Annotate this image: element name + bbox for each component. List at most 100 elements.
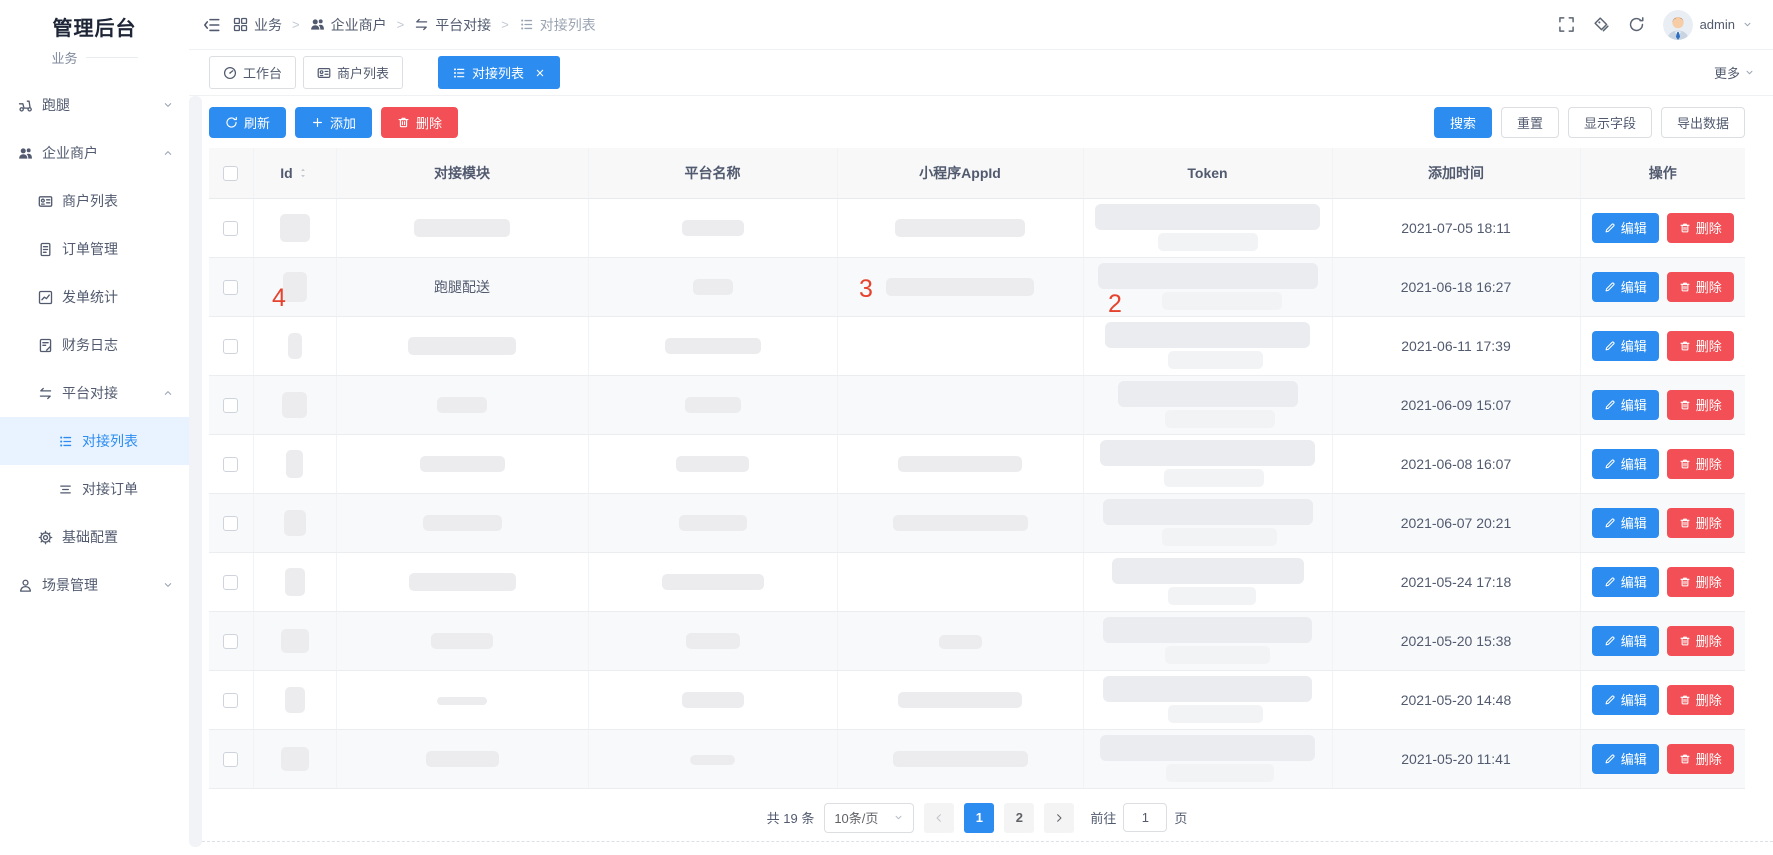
sort-icon xyxy=(297,167,309,179)
redacted-cell xyxy=(423,515,502,531)
table-row: 2021-06-08 16:07 编辑删除 xyxy=(209,434,1745,493)
breadcrumb-item-企业商户[interactable]: 企业商户 xyxy=(310,15,387,35)
sidebar-item-平台对接[interactable]: 平台对接 xyxy=(0,369,189,417)
添加-button[interactable]: 添加 xyxy=(295,107,372,138)
sidebar-item-发单统计[interactable]: 发单统计 xyxy=(0,273,189,321)
user-menu[interactable]: admin xyxy=(1663,10,1753,40)
trash-icon xyxy=(1679,340,1691,352)
sidebar-item-企业商户[interactable]: 企业商户 xyxy=(0,129,189,177)
显示字段-button[interactable]: 显示字段 xyxy=(1568,107,1652,138)
row-checkbox[interactable] xyxy=(223,752,238,767)
sidebar-item-基础配置[interactable]: 基础配置 xyxy=(0,513,189,561)
cell-platform xyxy=(588,257,837,316)
select-all-checkbox[interactable] xyxy=(223,166,238,181)
刷新-button[interactable]: 刷新 xyxy=(209,107,286,138)
cell-token xyxy=(1083,316,1332,375)
chevron-down-icon xyxy=(893,812,904,823)
sidebar-item-label: 企业商户 xyxy=(42,143,98,163)
重置-button[interactable]: 重置 xyxy=(1501,107,1559,138)
redacted-cell xyxy=(1158,233,1258,251)
tab-商户列表[interactable]: 商户列表 xyxy=(303,56,403,89)
sidebar-item-跑腿[interactable]: 跑腿 xyxy=(0,81,189,129)
chart-icon xyxy=(38,290,53,305)
more-dropdown[interactable]: 更多 xyxy=(1714,63,1755,82)
refresh-icon[interactable] xyxy=(1628,16,1645,33)
删除-button[interactable]: 删除 xyxy=(381,107,458,138)
edit-button[interactable]: 编辑 xyxy=(1592,567,1659,597)
edit-button[interactable]: 编辑 xyxy=(1592,744,1659,774)
sort-control[interactable]: Id xyxy=(280,165,308,181)
sidebar-item-对接列表[interactable]: 对接列表 xyxy=(0,417,189,465)
redacted-cell xyxy=(1100,735,1315,761)
edit-icon xyxy=(1604,340,1616,352)
row-checkbox[interactable] xyxy=(223,280,238,295)
cell-added-time: 2021-06-08 16:07 xyxy=(1332,434,1580,493)
delete-button[interactable]: 删除 xyxy=(1667,331,1734,361)
edit-button[interactable]: 编辑 xyxy=(1592,213,1659,243)
next-page-button[interactable] xyxy=(1044,803,1074,833)
row-checkbox[interactable] xyxy=(223,693,238,708)
prev-page-button[interactable] xyxy=(924,803,954,833)
tags-icon[interactable] xyxy=(1593,16,1610,33)
redacted-cell xyxy=(1165,410,1275,428)
dashboard-icon xyxy=(223,66,237,80)
edit-button[interactable]: 编辑 xyxy=(1592,272,1659,302)
cell-appid xyxy=(837,670,1083,729)
redacted-cell xyxy=(420,456,505,472)
edit-icon xyxy=(1604,576,1616,588)
sidebar-item-订单管理[interactable]: 订单管理 xyxy=(0,225,189,273)
edit-icon xyxy=(1604,694,1616,706)
搜索-button[interactable]: 搜索 xyxy=(1434,107,1492,138)
breadcrumb-item-业务[interactable]: 业务 xyxy=(233,15,282,35)
edit-button[interactable]: 编辑 xyxy=(1592,331,1659,361)
delete-button[interactable]: 删除 xyxy=(1667,449,1734,479)
page-size-select[interactable]: 10条/页 xyxy=(824,803,914,833)
edit-icon xyxy=(1604,458,1616,470)
tab-工作台[interactable]: 工作台 xyxy=(209,56,296,89)
delete-button[interactable]: 删除 xyxy=(1667,626,1734,656)
edit-button[interactable]: 编辑 xyxy=(1592,449,1659,479)
delete-button[interactable]: 删除 xyxy=(1667,390,1734,420)
goto-page-input[interactable] xyxy=(1123,803,1167,832)
cell-added-time: 2021-05-20 11:41 xyxy=(1332,729,1580,788)
close-icon[interactable] xyxy=(534,67,546,79)
sidebar-item-财务日志[interactable]: 财务日志 xyxy=(0,321,189,369)
scrollbar-gutter[interactable] xyxy=(189,96,202,847)
row-checkbox[interactable] xyxy=(223,339,238,354)
row-checkbox[interactable] xyxy=(223,221,238,236)
cell-module xyxy=(336,434,588,493)
delete-button[interactable]: 删除 xyxy=(1667,508,1734,538)
delete-button[interactable]: 删除 xyxy=(1667,685,1734,715)
sidebar-item-对接订单[interactable]: 对接订单 xyxy=(0,465,189,513)
sidebar-item-label: 对接订单 xyxy=(82,479,138,499)
fullscreen-icon[interactable] xyxy=(1558,16,1575,33)
row-checkbox[interactable] xyxy=(223,634,238,649)
delete-button[interactable]: 删除 xyxy=(1667,567,1734,597)
page-button-2[interactable]: 2 xyxy=(1004,803,1034,833)
edit-button[interactable]: 编辑 xyxy=(1592,390,1659,420)
plus-icon xyxy=(311,116,324,129)
sidebar-item-商户列表[interactable]: 商户列表 xyxy=(0,177,189,225)
row-checkbox[interactable] xyxy=(223,516,238,531)
edit-button[interactable]: 编辑 xyxy=(1592,685,1659,715)
menu-fold-icon[interactable] xyxy=(203,16,221,34)
cell-module: 跑腿配送 xyxy=(336,257,588,316)
cell-platform xyxy=(588,670,837,729)
delete-button[interactable]: 删除 xyxy=(1667,744,1734,774)
trash-icon xyxy=(1679,399,1691,411)
row-checkbox[interactable] xyxy=(223,398,238,413)
page-button-1[interactable]: 1 xyxy=(964,803,994,833)
tab-对接列表[interactable]: 对接列表 xyxy=(438,56,560,89)
row-checkbox[interactable] xyxy=(223,575,238,590)
row-checkbox[interactable] xyxy=(223,457,238,472)
sidebar-item-场景管理[interactable]: 场景管理 xyxy=(0,561,189,609)
edit-button[interactable]: 编辑 xyxy=(1592,626,1659,656)
edit-button[interactable]: 编辑 xyxy=(1592,508,1659,538)
delete-button[interactable]: 删除 xyxy=(1667,272,1734,302)
delete-button[interactable]: 删除 xyxy=(1667,213,1734,243)
chevron-down-icon xyxy=(1744,67,1755,78)
redacted-cell xyxy=(1098,263,1318,289)
导出数据-button[interactable]: 导出数据 xyxy=(1661,107,1745,138)
redacted-cell xyxy=(1165,646,1270,664)
breadcrumb-item-平台对接[interactable]: 平台对接 xyxy=(414,15,491,35)
